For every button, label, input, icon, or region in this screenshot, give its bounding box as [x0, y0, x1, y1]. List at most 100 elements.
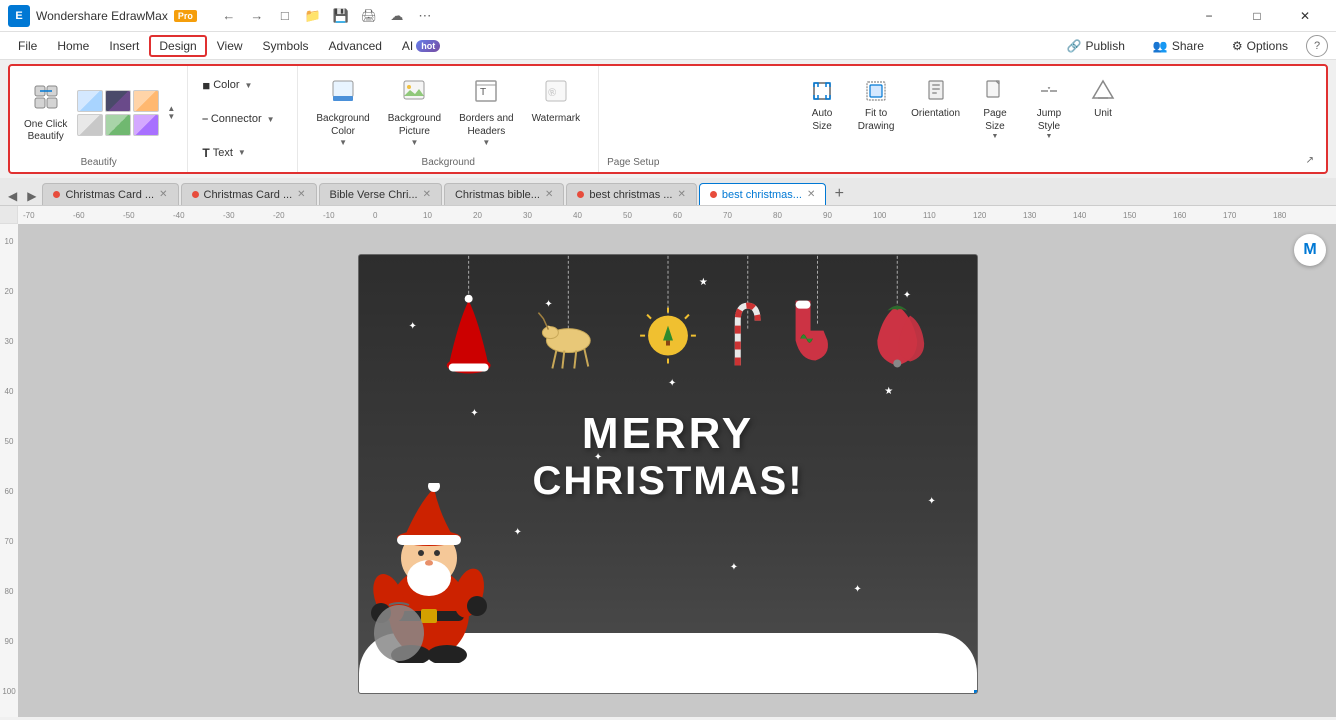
svg-text:-40: -40 — [173, 211, 185, 220]
theme-swatch-dark[interactable] — [105, 90, 131, 112]
background-color-button[interactable]: BackgroundColor ▼ — [310, 74, 375, 151]
menu-design[interactable]: Design — [149, 35, 206, 57]
redo-button[interactable]: → — [245, 4, 269, 28]
tab-6[interactable]: best christmas... ✕ — [699, 183, 826, 205]
menu-home[interactable]: Home — [47, 35, 99, 57]
background-picture-button[interactable]: BackgroundPicture ▼ — [382, 74, 447, 151]
minimize-button[interactable]: − — [1186, 0, 1232, 32]
more-button[interactable]: ⋯ — [413, 4, 437, 28]
background-picture-icon — [401, 78, 427, 110]
orientation-button[interactable]: Orientation — [905, 74, 966, 124]
tab-close-4[interactable]: ✕ — [545, 189, 553, 200]
watermark-icon: ® — [543, 78, 569, 110]
menu-file[interactable]: File — [8, 35, 47, 57]
tabs-nav-left[interactable]: ◀ — [4, 187, 21, 205]
maximize-button[interactable]: □ — [1234, 0, 1280, 32]
unit-icon — [1090, 78, 1116, 107]
tab-close-6[interactable]: ✕ — [807, 189, 815, 200]
svg-text:80: 80 — [773, 211, 782, 220]
tab-label-6: best christmas... — [722, 189, 802, 201]
svg-text:10: 10 — [5, 237, 14, 246]
one-click-beautify-button[interactable]: One ClickBeautify — [18, 79, 73, 147]
tab-close-5[interactable]: ✕ — [677, 189, 685, 200]
canvas-area[interactable]: ✦ ✦ ★ ✦ ✦ ✦ ✦ ★ ✦ ✦ ✦ ✦ ✦ — [18, 224, 1336, 717]
tab-label-3: Bible Verse Chri... — [330, 189, 418, 201]
menu-advanced[interactable]: Advanced — [319, 35, 392, 57]
close-button[interactable]: ✕ — [1282, 0, 1328, 32]
borders-headers-button[interactable]: T Borders andHeaders ▼ — [453, 74, 519, 151]
tab-label-5: best christmas ... — [589, 189, 672, 201]
background-color-icon — [330, 78, 356, 110]
fit-to-drawing-button[interactable]: Fit toDrawing — [851, 74, 901, 137]
svg-text:100: 100 — [873, 211, 887, 220]
auto-size-label: AutoSize — [812, 107, 833, 133]
text-button[interactable]: T Text ▼ — [196, 137, 289, 168]
bg-picture-svg — [401, 78, 427, 104]
pro-badge: Pro — [174, 10, 197, 22]
watermark-button[interactable]: ® Watermark — [526, 74, 587, 129]
share-button[interactable]: 👥 Share — [1143, 35, 1214, 57]
jump-style-button[interactable]: JumpStyle ▼ — [1024, 74, 1074, 144]
gear-icon: ⚙ — [1232, 39, 1243, 53]
options-label: Options — [1247, 39, 1288, 53]
tab-dot-1 — [53, 191, 60, 198]
tab-close-1[interactable]: ✕ — [159, 189, 167, 200]
theme-swatch-orange[interactable] — [133, 90, 159, 112]
m-floating-button[interactable]: M — [1294, 234, 1326, 266]
window-controls: − □ ✕ — [1186, 0, 1328, 32]
svg-text:-60: -60 — [73, 211, 85, 220]
print-button[interactable]: 🖨 — [357, 4, 381, 28]
resize-handle[interactable] — [973, 689, 977, 693]
page-size-icon — [982, 78, 1008, 107]
bg-color-svg — [330, 78, 356, 104]
open-button[interactable]: 📁 — [301, 4, 325, 28]
tab-2[interactable]: Christmas Card ... ✕ — [181, 183, 317, 205]
new-tab-button[interactable]: □ — [273, 4, 297, 28]
cloud-save-button[interactable]: ☁ — [385, 4, 409, 28]
tab-3[interactable]: Bible Verse Chri... ✕ — [319, 183, 442, 205]
menu-symbols[interactable]: Symbols — [253, 35, 319, 57]
beautify-icon — [32, 83, 60, 117]
page-size-arrow: ▼ — [992, 133, 999, 140]
watermark-label: Watermark — [532, 112, 581, 125]
tab-5[interactable]: best christmas ... ✕ — [566, 183, 697, 205]
svg-text:T: T — [480, 87, 486, 98]
connector-button[interactable]: ⎯ Connector ▼ — [196, 104, 289, 135]
bg-color-arrow: ▼ — [339, 138, 347, 147]
svg-text:30: 30 — [5, 337, 14, 346]
fit-to-drawing-icon — [863, 78, 889, 107]
undo-button[interactable]: ← — [217, 4, 241, 28]
auto-size-button[interactable]: AutoSize — [797, 74, 847, 137]
beautify-label: Beautify — [81, 155, 117, 168]
svg-text:30: 30 — [523, 211, 532, 220]
save-button[interactable]: 💾 — [329, 4, 353, 28]
tab-close-3[interactable]: ✕ — [423, 189, 431, 200]
swatch-expand-button[interactable]: ▲ ▼ — [163, 91, 179, 135]
unit-svg — [1090, 78, 1116, 104]
color-button[interactable]: ■ Color ▼ — [196, 70, 289, 101]
options-button[interactable]: ⚙ Options — [1222, 35, 1298, 57]
publish-button[interactable]: 🔗 Publish — [1057, 35, 1135, 57]
theme-swatch-gray[interactable] — [77, 114, 103, 136]
svg-text:-50: -50 — [123, 211, 135, 220]
svg-text:50: 50 — [623, 211, 632, 220]
tab-4[interactable]: Christmas bible... ✕ — [444, 183, 564, 205]
menu-view[interactable]: View — [207, 35, 253, 57]
borders-headers-icon: T — [473, 78, 499, 110]
unit-button[interactable]: Unit — [1078, 74, 1128, 124]
merry-line: MERRY — [532, 410, 803, 458]
ribbon-wrapper: One ClickBeautify ▲ ▼ — [0, 60, 1336, 178]
add-tab-button[interactable]: + — [828, 183, 850, 205]
tab-close-2[interactable]: ✕ — [297, 189, 305, 200]
page-size-button[interactable]: PageSize ▼ — [970, 74, 1020, 144]
help-button[interactable]: ? — [1306, 35, 1328, 57]
page-setup-expand[interactable]: ↗ — [1306, 155, 1314, 166]
menu-ai[interactable]: AI hot — [392, 35, 450, 57]
tabs-nav-right[interactable]: ▶ — [23, 187, 40, 205]
menu-insert[interactable]: Insert — [99, 35, 149, 57]
svg-text:40: 40 — [573, 211, 582, 220]
theme-swatch-mixed[interactable] — [133, 114, 159, 136]
theme-swatch-blue[interactable] — [77, 90, 103, 112]
tab-1[interactable]: Christmas Card ... ✕ — [42, 183, 178, 205]
theme-swatch-green[interactable] — [105, 114, 131, 136]
